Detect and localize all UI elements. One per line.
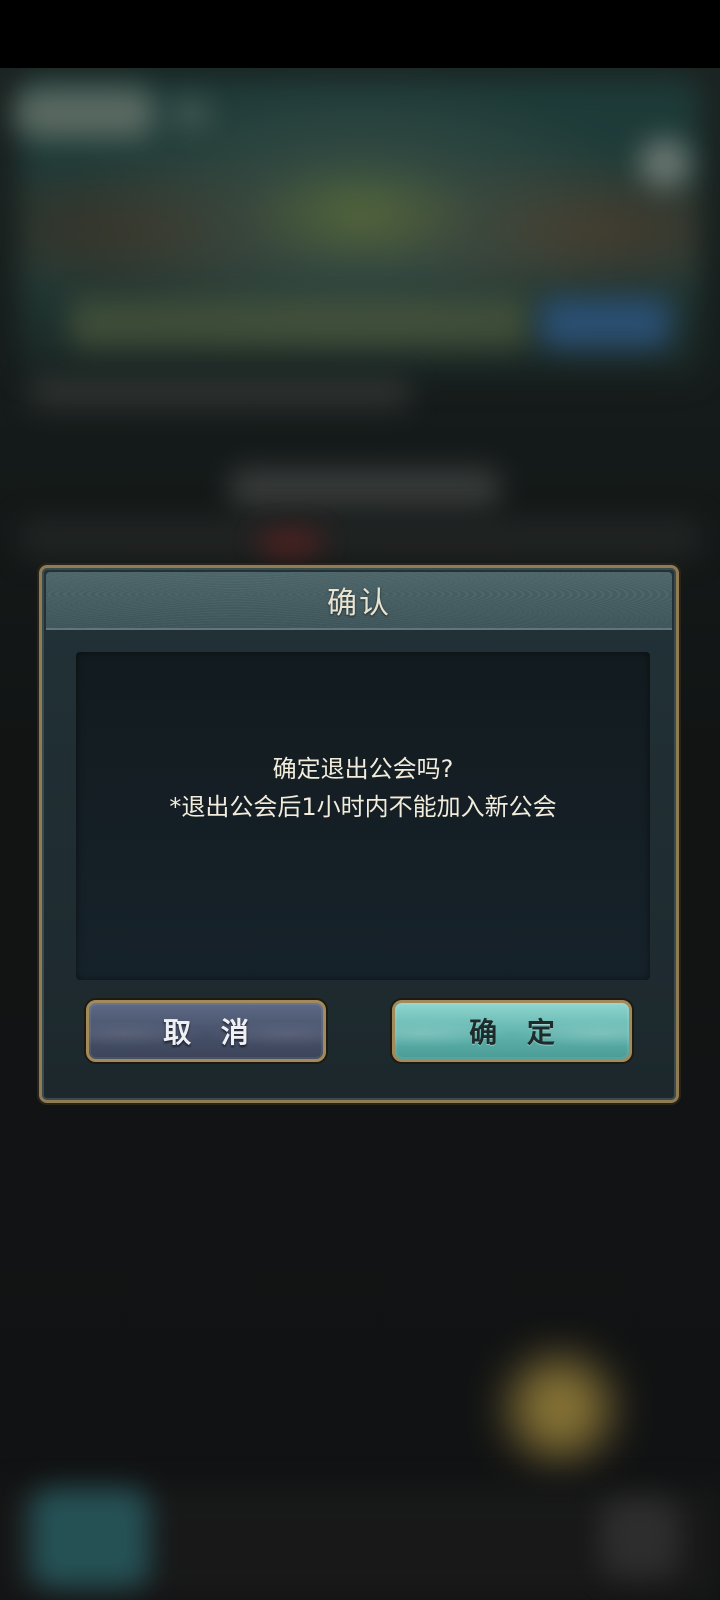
- bottom-left-button-blurred: [30, 1488, 150, 1588]
- confirm-button[interactable]: 确 定: [392, 1000, 632, 1062]
- back-button-blurred: [15, 88, 155, 138]
- cancel-button-label: 取 消: [163, 1016, 259, 1049]
- cancel-button[interactable]: 取 消: [86, 1000, 326, 1062]
- member-row-blurred: [20, 518, 700, 558]
- dialog-title: 确认: [327, 586, 391, 621]
- dialog-header: 确认: [46, 572, 672, 630]
- help-icon-blurred: [170, 98, 210, 128]
- center-button-blurred: [230, 468, 500, 508]
- gold-orb-blurred: [510, 1358, 610, 1458]
- confirm-dialog: 确认 确定退出公会吗? *退出公会后1小时内不能加入新公会 取 消 确 定: [39, 565, 679, 1103]
- bottom-right-button-blurred: [600, 1498, 680, 1578]
- info-icon-blurred: [640, 138, 690, 188]
- message-text: 确定退出公会吗? *退出公会后1小时内不能加入新公会: [76, 750, 650, 826]
- red-badge-blurred: [260, 533, 320, 553]
- confirm-button-label: 确 定: [469, 1016, 565, 1049]
- message-question: 确定退出公会吗?: [272, 755, 454, 783]
- message-warning: *退出公会后1小时内不能加入新公会: [169, 793, 557, 821]
- status-bar: [0, 0, 720, 68]
- game-screen: 确认 确定退出公会吗? *退出公会后1小时内不能加入新公会 取 消 确 定: [0, 0, 720, 1600]
- guild-info-text-blurred: [30, 378, 410, 408]
- blue-button-blurred: [540, 298, 670, 348]
- message-panel: 确定退出公会吗? *退出公会后1小时内不能加入新公会: [76, 652, 650, 980]
- guild-name-banner-blurred: [70, 298, 530, 348]
